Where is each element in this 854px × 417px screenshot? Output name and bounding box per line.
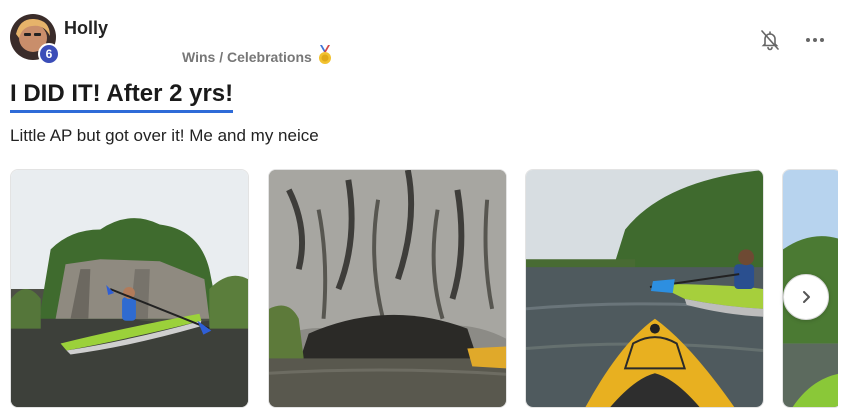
- gallery-photo-2[interactable]: [268, 169, 507, 408]
- rock-cliff-photo: [269, 170, 506, 407]
- medal-icon: [318, 45, 332, 68]
- gallery-photo-3[interactable]: [525, 169, 764, 408]
- post-title[interactable]: I DID IT! After 2 yrs!: [10, 80, 234, 113]
- photo-gallery: [10, 169, 838, 409]
- kayak-bow-photo: [526, 170, 763, 407]
- chevron-right-icon: [803, 291, 810, 303]
- author-avatar-group[interactable]: 6: [10, 14, 60, 65]
- category-label: Wins / Celebrations: [182, 48, 312, 65]
- post-body: Little AP but got over it! Me and my nei…: [10, 126, 319, 145]
- post-category[interactable]: Wins / Celebrations: [182, 45, 332, 68]
- level-badge: 6: [38, 43, 60, 65]
- bell-off-icon[interactable]: [758, 28, 782, 52]
- gallery-photo-1[interactable]: [10, 169, 249, 408]
- gallery-next-button[interactable]: [783, 274, 829, 320]
- kayak-on-lake-photo: [11, 170, 248, 407]
- more-horizontal-icon[interactable]: [803, 28, 827, 52]
- author-name[interactable]: Holly: [64, 18, 108, 39]
